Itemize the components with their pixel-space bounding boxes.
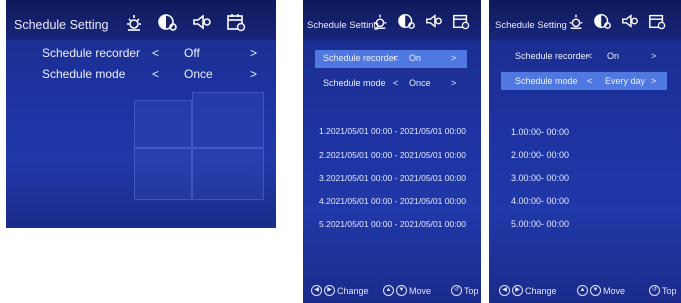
row-label: Schedule recorder [323,53,397,63]
schedule-recorder-row[interactable]: Schedule recorder < Off > [6,46,276,62]
toolbar-icons [371,10,470,32]
change-label: Change [525,285,557,296]
next-arrow[interactable]: > [651,51,656,61]
calendar-icon[interactable] [648,10,666,32]
speaker-gear-icon[interactable] [621,10,639,32]
sun-gear-icon[interactable] [567,10,585,32]
left-button-icon: ◀ [311,285,322,296]
move-label: Move [409,285,432,296]
row-label: Schedule mode [42,67,126,81]
change-hint: ◀ ▶ Change [311,285,369,296]
prev-arrow[interactable]: < [152,67,159,81]
window-reflection [134,148,192,200]
schedule-mode-row[interactable]: Schedule mode < Once > [303,78,481,92]
screen-panel-2: Schedule Setting Schedule recorder < On … [303,0,481,303]
down-button-icon: ▼ [396,285,407,296]
row-label: Schedule mode [323,78,386,88]
change-hint: ◀ ▶ Change [499,285,557,296]
toolbar-icons [567,10,666,32]
schedule-entry[interactable]: 5.2021/05/01 00:00 - 2021/05/01 00:00 [319,219,466,229]
footer-bar: ◀ ▶ Change ▲ ▼ Move ↺ Top [303,281,481,303]
prev-arrow[interactable]: < [587,76,592,86]
footer-bar: ◀ ▶ Change ▲ ▼ Move ↺ Top [489,281,681,303]
back-button-icon: ↺ [451,285,462,296]
top-hint: ↺ Top [451,285,479,296]
right-button-icon: ▶ [324,285,335,296]
panel-title: Schedule Setting [495,20,567,31]
next-arrow[interactable]: > [451,53,456,63]
schedule-recorder-row[interactable]: Schedule recorder < On > [303,53,481,67]
row-value: Every day [605,76,646,86]
row-value: Once [409,78,431,88]
display-gear-icon[interactable] [594,10,612,32]
calendar-icon[interactable] [226,12,246,32]
window-reflection [134,100,192,148]
schedule-mode-row[interactable]: Schedule mode < Once > [6,67,276,83]
prev-arrow[interactable]: < [393,78,398,88]
move-hint: ▲ ▼ Move [383,285,431,296]
display-gear-icon[interactable] [398,10,416,32]
sun-gear-icon[interactable] [371,10,389,32]
row-label: Schedule mode [515,76,578,86]
prev-arrow[interactable]: < [393,53,398,63]
down-button-icon: ▼ [590,285,601,296]
speaker-gear-icon[interactable] [192,12,212,32]
schedule-entry[interactable]: 2.2021/05/01 00:00 - 2021/05/01 00:00 [319,150,466,160]
schedule-entry[interactable]: 1.2021/05/01 00:00 - 2021/05/01 00:00 [319,126,466,136]
next-arrow[interactable]: > [651,76,656,86]
schedule-mode-row[interactable]: Schedule mode < Every day > [489,76,681,90]
up-button-icon: ▲ [577,285,588,296]
move-label: Move [603,285,626,296]
schedule-entry[interactable]: 3.00:00- 00:00 [511,173,569,183]
top-label: Top [464,285,479,296]
row-value: On [607,51,620,61]
prev-arrow[interactable]: < [587,51,592,61]
speaker-gear-icon[interactable] [425,10,443,32]
row-label: Schedule recorder [515,51,589,61]
row-value: On [409,53,422,63]
schedule-entry[interactable]: 4.00:00- 00:00 [511,196,569,206]
toolbar-icons [124,12,246,32]
left-button-icon: ◀ [499,285,510,296]
schedule-entry[interactable]: 1.00:00- 00:00 [511,127,569,137]
screen-panel-3: Schedule Setting Schedule recorder < On … [489,0,681,303]
next-arrow[interactable]: > [250,67,257,81]
next-arrow[interactable]: > [451,78,456,88]
schedule-recorder-row[interactable]: Schedule recorder < On > [489,51,681,65]
back-button-icon: ↺ [649,285,660,296]
prev-arrow[interactable]: < [152,46,159,60]
top-label: Top [662,285,677,296]
row-value: Once [184,67,213,81]
display-gear-icon[interactable] [158,12,178,32]
schedule-entry[interactable]: 5.00:00- 00:00 [511,219,569,229]
calendar-icon[interactable] [452,10,470,32]
schedule-entry[interactable]: 3.2021/05/01 00:00 - 2021/05/01 00:00 [319,173,466,183]
change-label: Change [337,285,369,296]
screen-panel-1: Schedule Setting Schedule recorder < Off… [6,0,276,228]
row-label: Schedule recorder [42,46,141,60]
move-hint: ▲ ▼ Move [577,285,625,296]
row-value: Off [184,46,200,60]
panel-title: Schedule Setting [307,20,379,31]
schedule-entry[interactable]: 4.2021/05/01 00:00 - 2021/05/01 00:00 [319,196,466,206]
sun-gear-icon[interactable] [124,12,144,32]
window-reflection [192,148,264,200]
panel-title: Schedule Setting [14,18,109,32]
right-button-icon: ▶ [512,285,523,296]
next-arrow[interactable]: > [250,46,257,60]
window-reflection [192,92,264,148]
schedule-entry[interactable]: 2.00:00- 00:00 [511,150,569,160]
top-hint: ↺ Top [649,285,677,296]
up-button-icon: ▲ [383,285,394,296]
